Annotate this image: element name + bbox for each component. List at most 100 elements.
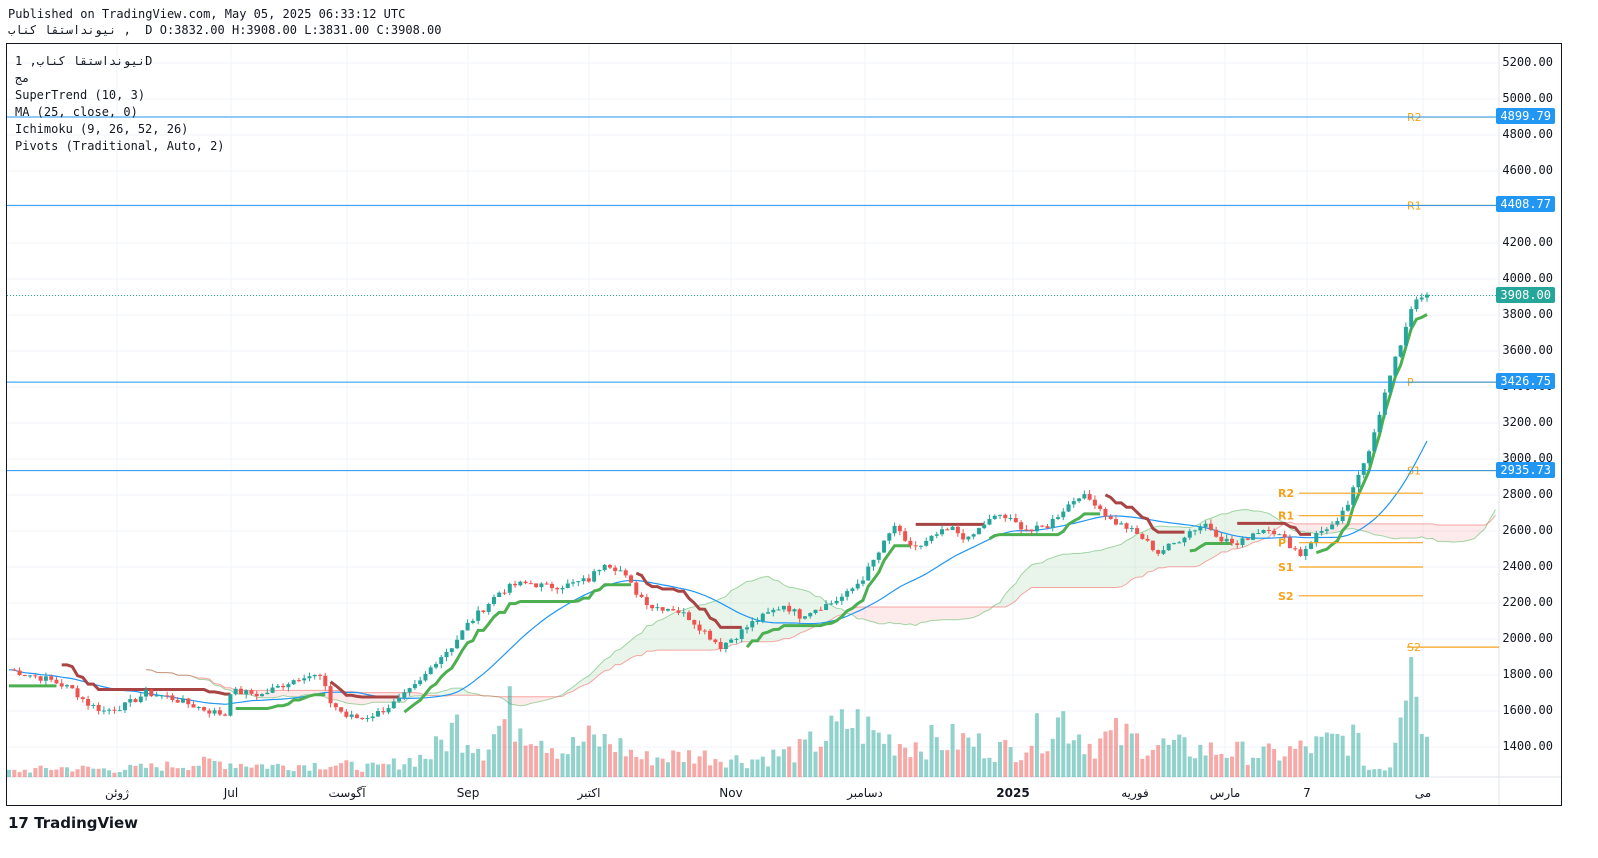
- candle-body: [571, 582, 576, 584]
- candle-body: [1145, 538, 1150, 541]
- candle-body: [1245, 538, 1250, 540]
- candle-body: [1034, 525, 1039, 532]
- volume-bar: [1409, 657, 1414, 777]
- legend-supertrend[interactable]: SuperTrend (10, 3): [15, 88, 145, 102]
- volume-bar: [64, 767, 69, 777]
- time-tick-label: اکتبر: [577, 786, 601, 800]
- candle-body: [1056, 517, 1061, 519]
- candle-body: [1272, 530, 1277, 535]
- volume-bar: [565, 754, 570, 777]
- volume-bar: [1224, 757, 1229, 777]
- candle-body: [576, 581, 581, 583]
- candle-body: [998, 514, 1003, 516]
- volume-bar: [1077, 734, 1082, 777]
- volume-bar: [1345, 755, 1350, 777]
- price-chart[interactable]: R2R1PS1S2R2R1PS1S2: [7, 44, 1562, 806]
- chart-frame[interactable]: R2R1PS1S2R2R1PS1S2 نيونداستقا كناب, 1D م…: [6, 43, 1562, 806]
- volume-bar: [544, 752, 549, 777]
- legend-pivots[interactable]: Pivots (Traditional, Auto, 2): [15, 139, 225, 153]
- candle-body: [502, 592, 507, 594]
- pivot-label-s1: S1: [1278, 561, 1294, 574]
- candle-body: [1092, 499, 1097, 506]
- candle-body: [207, 710, 212, 714]
- volume-bar: [671, 750, 676, 777]
- volume-bar: [1135, 733, 1140, 777]
- volume-bar: [38, 765, 43, 777]
- candle-body: [697, 624, 702, 631]
- candle-body: [507, 583, 512, 593]
- volume-bar: [423, 758, 428, 777]
- volume-bar: [665, 762, 670, 777]
- candle-body: [934, 534, 939, 536]
- candle-body: [892, 525, 897, 534]
- candle-body: [460, 630, 465, 640]
- candle-body: [449, 648, 454, 653]
- candle-body: [228, 694, 233, 716]
- volume-bar: [122, 769, 127, 777]
- candle-body: [908, 540, 913, 546]
- candle-body: [755, 620, 760, 622]
- volume-bar: [929, 725, 934, 777]
- volume-bar: [818, 746, 823, 777]
- volume-bar: [497, 725, 502, 777]
- volume-bar: [1056, 717, 1061, 777]
- candle-body: [634, 582, 639, 595]
- candle-body: [1077, 498, 1082, 502]
- volume-bar: [887, 734, 892, 777]
- legend-ichimoku[interactable]: Ichimoku (9, 26, 52, 26): [15, 122, 188, 136]
- candle-body: [233, 688, 238, 695]
- volume-bar: [481, 760, 486, 777]
- volume-bar: [54, 769, 59, 777]
- candle-body: [560, 587, 565, 590]
- candle-body: [38, 676, 43, 681]
- volume-bar: [1330, 733, 1335, 777]
- pivot-label-p: P: [1278, 537, 1286, 550]
- candle-body: [128, 699, 133, 703]
- candle-body: [655, 607, 660, 609]
- tv-mark-icon: 𝟭𝟳: [8, 814, 35, 832]
- volume-bar: [998, 741, 1003, 777]
- volume-bar: [223, 769, 228, 777]
- candle-body: [1367, 451, 1372, 464]
- time-tick-label: 7: [1303, 786, 1311, 800]
- volume-bar: [1298, 740, 1303, 777]
- candle-body: [871, 559, 876, 567]
- candle-body: [523, 581, 528, 584]
- pivot-label-s2: S2: [1278, 590, 1294, 603]
- candle-body: [1087, 494, 1092, 500]
- candle-body: [918, 545, 923, 547]
- candle-body: [439, 657, 444, 665]
- volume-bar: [976, 733, 981, 777]
- candle-body: [618, 570, 623, 572]
- candle-body: [1208, 523, 1213, 530]
- candle-body: [876, 552, 881, 560]
- candle-body: [339, 707, 344, 712]
- volume-bar: [644, 751, 649, 777]
- volume-bar: [555, 758, 560, 777]
- candle-body: [481, 610, 486, 612]
- volume-bar: [866, 716, 871, 777]
- volume-bar: [802, 739, 807, 777]
- volume-bar: [80, 765, 85, 777]
- candle-body: [1266, 529, 1271, 531]
- candle-body: [1324, 529, 1329, 532]
- candle-body: [781, 605, 786, 610]
- volume-bar: [117, 772, 122, 777]
- candle-body: [513, 583, 518, 586]
- candle-body: [249, 690, 254, 694]
- candle-body: [1008, 518, 1013, 520]
- price-tick-label: 1600.00: [1502, 703, 1553, 717]
- candle-body: [929, 535, 934, 541]
- legend-ma[interactable]: MA (25, close, 0): [15, 105, 138, 119]
- volume-bar: [1166, 744, 1171, 777]
- candle-body: [175, 699, 180, 703]
- candle-body: [1203, 523, 1208, 527]
- candle-body: [1135, 528, 1140, 534]
- candle-body: [1198, 526, 1203, 531]
- candle-body: [1235, 543, 1240, 546]
- candle-body: [133, 699, 138, 703]
- candle-body: [1108, 516, 1113, 520]
- candle-body: [1013, 518, 1018, 523]
- volume-bar: [275, 763, 280, 777]
- candle-body: [739, 629, 744, 639]
